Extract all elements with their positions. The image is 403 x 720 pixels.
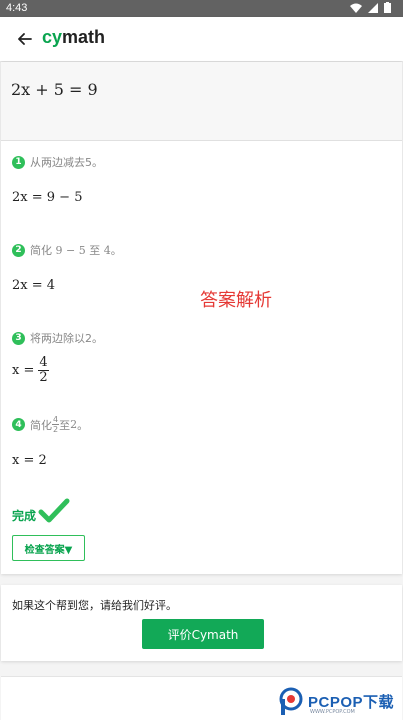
rate-cymath-button[interactable]: 评价Cymath — [142, 619, 264, 649]
back-button[interactable] — [14, 28, 36, 50]
rating-card: 如果这个帮到您，请给我们好评。 评价Cymath — [1, 585, 402, 661]
step-4: 4 简化 42 至 2。 — [12, 415, 88, 434]
status-time: 4:43 — [6, 2, 28, 14]
solution-card: 2x + 5 = 9 1 从两边减去5。 2x = 9 − 5 2 简化 9 −… — [1, 62, 402, 574]
problem-box: 2x + 5 = 9 — [1, 62, 402, 141]
overlay-label: 答案解析 — [200, 290, 272, 311]
app-bar: cymath — [0, 17, 403, 61]
battery-icon — [384, 2, 391, 13]
step-4-result: x = 2 — [12, 453, 47, 468]
step-text: 从两边减去5。 — [30, 156, 103, 169]
step-3: 3 将两边除以2。 — [12, 330, 103, 346]
wifi-icon — [350, 3, 362, 13]
watermark-sub: WWW.PCPOP.COM — [310, 709, 355, 715]
problem-equation: 2x + 5 = 9 — [11, 80, 98, 99]
brand-logo: cymath — [42, 27, 106, 47]
status-icons — [350, 2, 391, 13]
done-row: 完成 — [12, 498, 70, 524]
arrow-left-icon — [18, 33, 32, 45]
status-bar: 4:43 — [0, 0, 403, 17]
step-3-result: x = 42 — [12, 355, 49, 385]
watermark: PCPOP下载 WWW.PCPOP.COM — [278, 683, 403, 720]
pcpop-logo-icon — [279, 687, 303, 715]
step-number: 2 — [12, 243, 25, 257]
signal-icon — [368, 2, 378, 13]
fraction-small: 42 — [52, 415, 60, 434]
step-2: 2 简化 9 − 5 至 4。 — [12, 242, 122, 258]
rating-prompt: 如果这个帮到您，请给我们好评。 — [12, 599, 177, 612]
step-text: 将两边除以2。 — [30, 332, 103, 345]
step-number: 4 — [12, 418, 25, 431]
step-text: 简化 42 至 2。 — [30, 415, 89, 434]
fraction: 42 — [38, 355, 49, 385]
step-2-result: 2x = 4 — [12, 278, 56, 293]
step-1: 1 从两边减去5。 — [12, 154, 103, 170]
step-number: 1 — [12, 155, 25, 169]
done-label: 完成 — [12, 509, 37, 523]
step-number: 3 — [12, 331, 25, 345]
check-answer-button[interactable]: 检查答案▼ — [12, 535, 85, 561]
step-text: 简化 9 − 5 至 4。 — [30, 244, 122, 257]
checkmark-icon — [38, 498, 70, 523]
step-1-result: 2x = 9 − 5 — [12, 190, 83, 205]
